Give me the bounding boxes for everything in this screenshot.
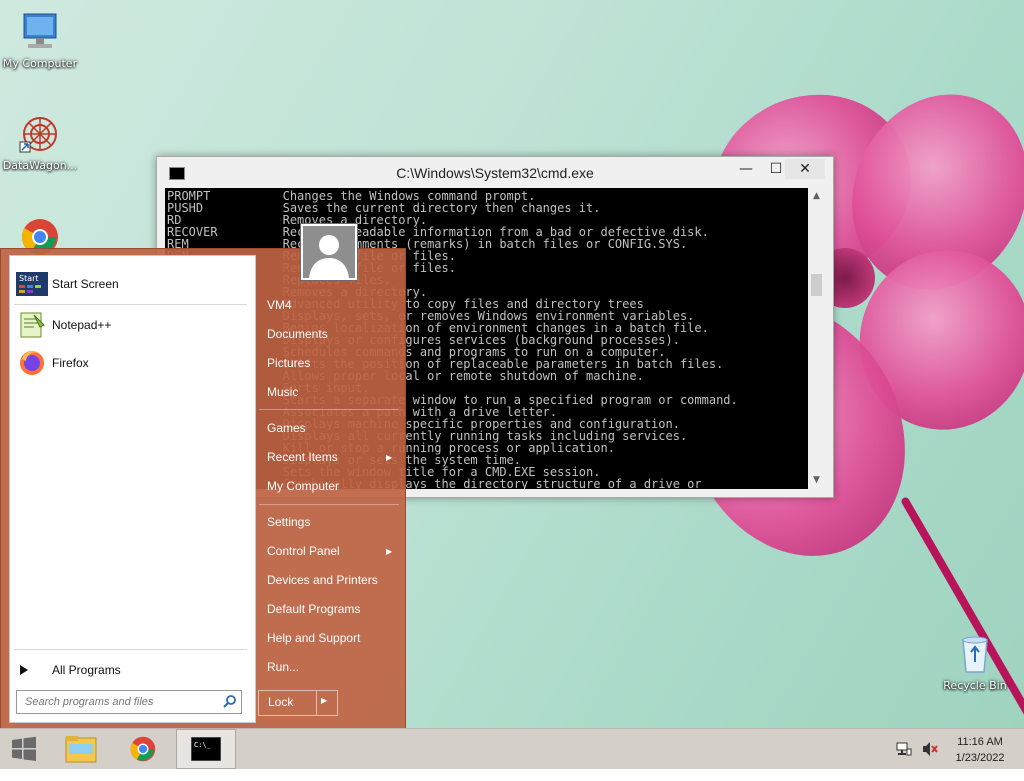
right-item-devices-printers[interactable]: Devices and Printers <box>267 570 378 590</box>
power-options-arrow-icon[interactable]: ▶ <box>321 696 327 705</box>
network-icon[interactable] <box>896 741 912 781</box>
right-item-games[interactable]: Games <box>267 418 306 438</box>
right-item-help-support[interactable]: Help and Support <box>267 628 360 648</box>
right-item-music[interactable]: Music <box>267 382 298 402</box>
scroll-up-arrow-icon[interactable]: ▲ <box>808 188 825 205</box>
svg-text:C:\_: C:\_ <box>194 741 212 749</box>
clock[interactable]: 11:16 AM 1/23/2022 <box>948 734 1012 774</box>
right-item-default-programs[interactable]: Default Programs <box>267 599 360 619</box>
close-button[interactable]: ✕ <box>785 159 825 179</box>
separator <box>259 409 399 410</box>
right-item-recent-items[interactable]: Recent Items <box>267 447 338 467</box>
lock-button[interactable]: Lock ▶ <box>258 690 338 716</box>
separator <box>14 649 247 650</box>
taskbar-cmd[interactable]: C:\_ <box>176 729 236 769</box>
right-item-user[interactable]: VM4 <box>267 295 292 315</box>
all-programs-label: All Programs <box>52 663 121 677</box>
folder-icon <box>65 736 97 763</box>
right-item-control-panel[interactable]: Control Panel <box>267 541 340 561</box>
desktop-icon-label: Recycle Bin <box>943 679 1007 692</box>
taskbar: C:\_ 11:16 AM 1/23/2022 <box>0 728 1024 769</box>
separator <box>259 504 399 505</box>
start-item-notepadpp[interactable]: Notepad++ <box>16 310 111 340</box>
clock-time: 11:16 AM <box>957 736 1003 748</box>
submenu-arrow-icon: ▶ <box>386 547 393 556</box>
recycle-bin-icon <box>953 632 997 676</box>
scroll-down-arrow-icon[interactable]: ▼ <box>808 472 825 489</box>
start-screen-icon: Start <box>16 270 48 298</box>
separator <box>316 691 317 715</box>
all-programs-item[interactable]: All Programs <box>16 655 121 685</box>
right-item-documents[interactable]: Documents <box>267 324 328 344</box>
volume-muted-icon[interactable] <box>921 741 939 781</box>
taskbar-file-explorer[interactable] <box>52 729 110 769</box>
search-input[interactable] <box>23 691 223 713</box>
submenu-arrow-icon: ▶ <box>386 453 393 462</box>
desktop-icon-recycle-bin[interactable]: Recycle Bin <box>935 632 1015 692</box>
right-item-my-computer[interactable]: My Computer <box>267 476 339 496</box>
lock-label: Lock <box>268 695 294 709</box>
cmd-vertical-scrollbar[interactable]: ▲ ▼ <box>808 188 825 489</box>
start-item-start-screen[interactable]: Start Start Screen <box>16 269 119 299</box>
desktop-icon-label: DataWagon... <box>2 159 78 172</box>
computer-icon <box>18 10 62 54</box>
search-icon[interactable] <box>223 694 237 711</box>
desktop-icon-my-computer[interactable]: My Computer <box>0 10 80 70</box>
windows-logo-icon <box>12 736 36 761</box>
taskbar-chrome[interactable] <box>114 729 172 769</box>
triangle-right-icon <box>16 656 48 684</box>
start-menu[interactable]: Start Start Screen Notepad++ Firefox All… <box>0 248 406 730</box>
start-item-label: Start Screen <box>52 277 119 291</box>
start-button[interactable] <box>0 729 48 769</box>
minimize-button[interactable]: — <box>731 159 761 179</box>
start-search-box[interactable] <box>16 690 242 714</box>
chrome-icon <box>130 736 156 762</box>
user-avatar[interactable] <box>301 224 357 280</box>
datawagon-icon <box>18 112 62 156</box>
right-item-settings[interactable]: Settings <box>267 512 310 532</box>
right-item-run[interactable]: Run... <box>267 657 299 677</box>
firefox-icon <box>16 349 48 377</box>
cmd-icon: C:\_ <box>191 737 221 761</box>
start-item-firefox[interactable]: Firefox <box>16 348 89 378</box>
start-item-label: Notepad++ <box>52 318 112 332</box>
start-menu-programs-pane: Start Start Screen Notepad++ Firefox All… <box>9 255 256 723</box>
desktop-icon-label: My Computer <box>2 57 78 70</box>
scrollbar-thumb[interactable] <box>811 274 822 296</box>
svg-text:Start: Start <box>19 274 39 283</box>
right-item-pictures[interactable]: Pictures <box>267 353 310 373</box>
cmd-titlebar[interactable]: C:\Windows\System32\cmd.exe — ☐ ✕ <box>157 157 833 188</box>
start-item-label: Firefox <box>52 356 89 370</box>
clock-date: 1/23/2022 <box>955 752 1005 764</box>
desktop-icon-datawagon[interactable]: DataWagon... <box>0 112 80 172</box>
notepadpp-icon <box>16 311 48 339</box>
separator <box>14 304 247 305</box>
